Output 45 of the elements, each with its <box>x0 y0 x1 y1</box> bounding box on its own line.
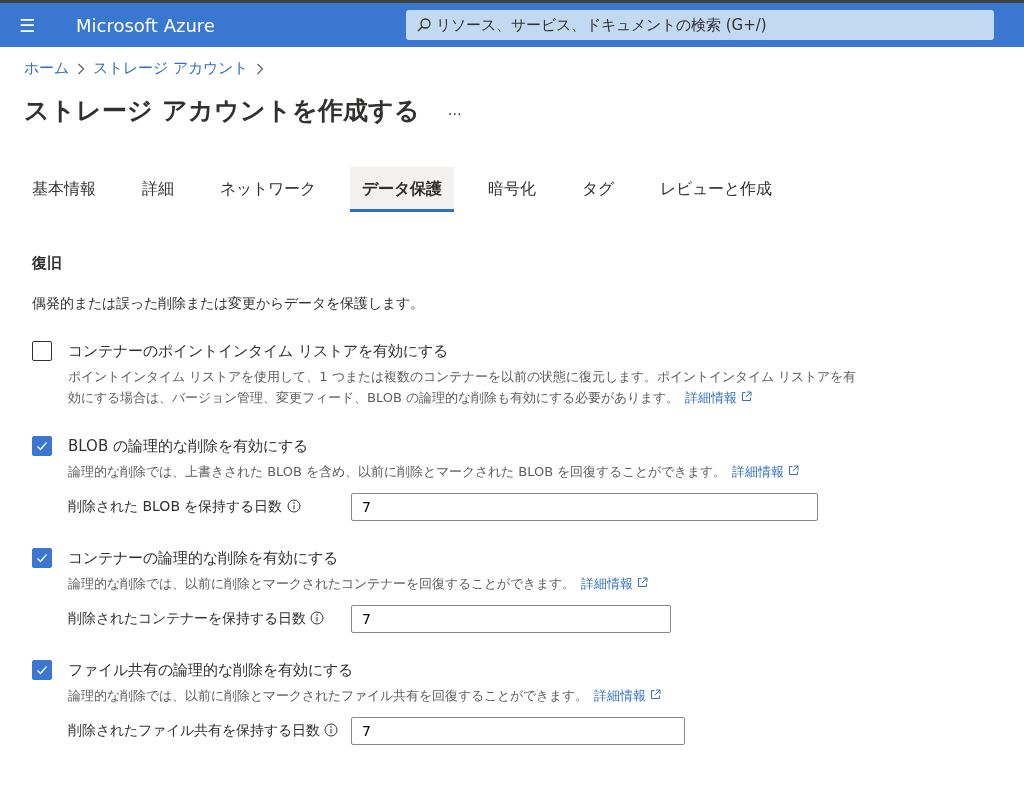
checkbox[interactable] <box>32 660 52 680</box>
learn-more-link[interactable]: 詳細情報 <box>685 390 753 406</box>
tab[interactable]: 詳細 <box>130 167 186 212</box>
checkbox[interactable] <box>32 436 52 457</box>
number-input[interactable]: 7 <box>351 604 671 633</box>
section-description: 偶発的または誤った削除または変更からデータを保護します。 <box>32 293 425 313</box>
learn-more-link[interactable]: 詳細情報 <box>581 576 649 592</box>
more-button[interactable]: … <box>447 99 462 121</box>
option-description: 論理的な削除では、以前に削除とマークされたファイル共有を回復することができます。 詳細情報 <box>68 685 858 707</box>
breadcrumb-link[interactable]: ストレージ アカウント <box>93 57 248 80</box>
checkbox-label: コンテナーのポイントインタイム リストアを有効にする <box>68 340 448 362</box>
checkbox-label: コンテナーの論理的な削除を有効にする <box>68 547 338 569</box>
brand-name[interactable]: Microsoft Azure <box>76 11 406 39</box>
option-description: ポイントインタイム リストアを使用して、1 つまたは複数のコンテナーを以前の状態に復元します。ポイントインタイム リストアを有効にする場合は、バージョン管理、変更フィード、BLOB の論理的な削除も有効にする必要があります。 詳細情報 <box>68 368 857 408</box>
field-label: 削除されたファイル共有を保持する日数 <box>68 721 320 738</box>
checkbox[interactable] <box>32 548 52 569</box>
tab[interactable]: タグ <box>570 167 626 212</box>
section-heading: 復旧 <box>32 253 63 274</box>
number-input[interactable]: 7 <box>351 492 818 521</box>
learn-more-link[interactable]: 詳細情報 <box>594 688 662 704</box>
breadcrumb-link[interactable]: ホーム <box>24 57 69 80</box>
info-icon <box>286 498 301 513</box>
tab[interactable]: レビューと作成 <box>648 167 784 212</box>
checkbox-label: ファイル共有の論理的な削除を有効にする <box>68 659 353 681</box>
checkbox-label: BLOB の論理的な削除を有効にする <box>68 435 308 457</box>
external-link-icon <box>637 577 649 589</box>
external-link-icon <box>788 465 800 477</box>
check-icon <box>35 663 49 677</box>
info-icon <box>310 610 325 625</box>
search-field[interactable]: リソース、サービス、ドキュメントの検索 (G+/) <box>406 10 994 40</box>
external-link-icon <box>650 689 662 701</box>
field-label: 削除されたコンテナーを保持する日数 <box>68 609 306 626</box>
page-title: ストレージ アカウントを作成する <box>24 94 420 127</box>
learn-more-link[interactable]: 詳細情報 <box>732 464 800 480</box>
tab[interactable]: 基本情報 <box>20 167 108 212</box>
info-icon <box>324 722 339 737</box>
checkbox[interactable] <box>32 340 52 361</box>
tab[interactable]: ネットワーク <box>208 167 328 212</box>
tab[interactable]: データ保護 <box>350 167 454 212</box>
number-input[interactable]: 7 <box>351 716 685 745</box>
option-description: 論理的な削除では、以前に削除とマークされたコンテナーを回復することができます。 詳細情報 <box>68 573 858 595</box>
external-link-icon <box>741 391 753 403</box>
tab[interactable]: 暗号化 <box>476 167 548 212</box>
option-description: 論理的な削除では、上書きされた BLOB を含め、以前に削除とマークされた BLOB を回復することができます。 詳細情報 <box>68 461 858 483</box>
field-label: 削除された BLOB を保持する日数 <box>68 497 283 514</box>
